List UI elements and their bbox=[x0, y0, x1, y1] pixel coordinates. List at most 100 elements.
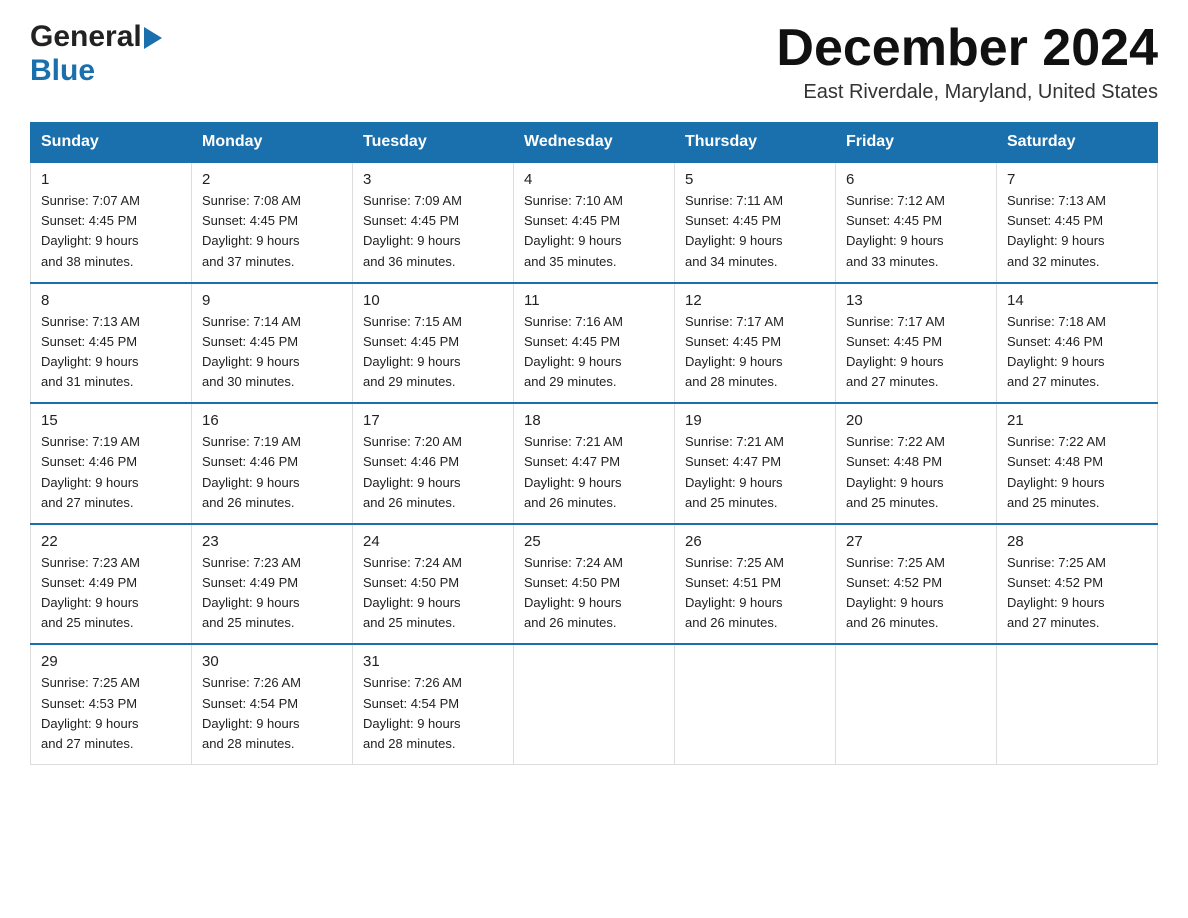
daylight-minutes: and 28 minutes. bbox=[363, 736, 456, 751]
calendar-week-row: 29 Sunrise: 7:25 AM Sunset: 4:53 PM Dayl… bbox=[31, 644, 1158, 764]
day-number: 13 bbox=[846, 292, 986, 309]
header-tuesday: Tuesday bbox=[353, 123, 514, 163]
daylight-minutes: and 27 minutes. bbox=[846, 374, 939, 389]
sunset-label: Sunset: 4:48 PM bbox=[846, 454, 942, 469]
sunrise-label: Sunrise: 7:12 AM bbox=[846, 193, 945, 208]
daylight-label: Daylight: 9 hours bbox=[685, 475, 783, 490]
daylight-label: Daylight: 9 hours bbox=[685, 233, 783, 248]
sunset-label: Sunset: 4:45 PM bbox=[41, 213, 137, 228]
day-info: Sunrise: 7:21 AM Sunset: 4:47 PM Dayligh… bbox=[524, 432, 664, 513]
daylight-label: Daylight: 9 hours bbox=[524, 233, 622, 248]
daylight-minutes: and 27 minutes. bbox=[1007, 374, 1100, 389]
table-row: 11 Sunrise: 7:16 AM Sunset: 4:45 PM Dayl… bbox=[514, 283, 675, 404]
daylight-label: Daylight: 9 hours bbox=[524, 595, 622, 610]
daylight-label: Daylight: 9 hours bbox=[846, 233, 944, 248]
daylight-label: Daylight: 9 hours bbox=[202, 475, 300, 490]
daylight-label: Daylight: 9 hours bbox=[363, 354, 461, 369]
table-row: 12 Sunrise: 7:17 AM Sunset: 4:45 PM Dayl… bbox=[675, 283, 836, 404]
day-info: Sunrise: 7:12 AM Sunset: 4:45 PM Dayligh… bbox=[846, 191, 986, 272]
daylight-minutes: and 34 minutes. bbox=[685, 254, 778, 269]
day-number: 25 bbox=[524, 533, 664, 550]
sunset-label: Sunset: 4:45 PM bbox=[363, 334, 459, 349]
day-info: Sunrise: 7:15 AM Sunset: 4:45 PM Dayligh… bbox=[363, 312, 503, 393]
daylight-minutes: and 26 minutes. bbox=[685, 615, 778, 630]
day-info: Sunrise: 7:13 AM Sunset: 4:45 PM Dayligh… bbox=[1007, 191, 1147, 272]
day-info: Sunrise: 7:25 AM Sunset: 4:52 PM Dayligh… bbox=[1007, 553, 1147, 634]
day-number: 9 bbox=[202, 292, 342, 309]
header-monday: Monday bbox=[192, 123, 353, 163]
daylight-label: Daylight: 9 hours bbox=[685, 354, 783, 369]
daylight-minutes: and 26 minutes. bbox=[524, 495, 617, 510]
sunrise-label: Sunrise: 7:16 AM bbox=[524, 314, 623, 329]
daylight-minutes: and 25 minutes. bbox=[846, 495, 939, 510]
daylight-minutes: and 27 minutes. bbox=[41, 736, 134, 751]
day-info: Sunrise: 7:10 AM Sunset: 4:45 PM Dayligh… bbox=[524, 191, 664, 272]
sunset-label: Sunset: 4:51 PM bbox=[685, 575, 781, 590]
sunrise-label: Sunrise: 7:09 AM bbox=[363, 193, 462, 208]
day-info: Sunrise: 7:17 AM Sunset: 4:45 PM Dayligh… bbox=[685, 312, 825, 393]
sunset-label: Sunset: 4:48 PM bbox=[1007, 454, 1103, 469]
daylight-label: Daylight: 9 hours bbox=[202, 595, 300, 610]
day-info: Sunrise: 7:19 AM Sunset: 4:46 PM Dayligh… bbox=[202, 432, 342, 513]
daylight-label: Daylight: 9 hours bbox=[1007, 475, 1105, 490]
day-number: 28 bbox=[1007, 533, 1147, 550]
sunset-label: Sunset: 4:47 PM bbox=[524, 454, 620, 469]
table-row: 6 Sunrise: 7:12 AM Sunset: 4:45 PM Dayli… bbox=[836, 162, 997, 283]
day-number: 5 bbox=[685, 171, 825, 188]
logo-blue-text: Blue bbox=[30, 54, 95, 87]
table-row: 20 Sunrise: 7:22 AM Sunset: 4:48 PM Dayl… bbox=[836, 403, 997, 524]
table-row bbox=[836, 644, 997, 764]
daylight-minutes: and 29 minutes. bbox=[524, 374, 617, 389]
day-info: Sunrise: 7:26 AM Sunset: 4:54 PM Dayligh… bbox=[363, 673, 503, 754]
day-info: Sunrise: 7:26 AM Sunset: 4:54 PM Dayligh… bbox=[202, 673, 342, 754]
table-row: 15 Sunrise: 7:19 AM Sunset: 4:46 PM Dayl… bbox=[31, 403, 192, 524]
sunrise-label: Sunrise: 7:10 AM bbox=[524, 193, 623, 208]
sunset-label: Sunset: 4:45 PM bbox=[202, 334, 298, 349]
sunset-label: Sunset: 4:50 PM bbox=[363, 575, 459, 590]
day-number: 30 bbox=[202, 653, 342, 670]
daylight-minutes: and 25 minutes. bbox=[41, 615, 134, 630]
table-row: 16 Sunrise: 7:19 AM Sunset: 4:46 PM Dayl… bbox=[192, 403, 353, 524]
daylight-minutes: and 36 minutes. bbox=[363, 254, 456, 269]
daylight-label: Daylight: 9 hours bbox=[202, 354, 300, 369]
daylight-label: Daylight: 9 hours bbox=[846, 595, 944, 610]
sunrise-label: Sunrise: 7:22 AM bbox=[1007, 434, 1106, 449]
table-row: 17 Sunrise: 7:20 AM Sunset: 4:46 PM Dayl… bbox=[353, 403, 514, 524]
daylight-minutes: and 28 minutes. bbox=[202, 736, 295, 751]
sunrise-label: Sunrise: 7:15 AM bbox=[363, 314, 462, 329]
table-row bbox=[997, 644, 1158, 764]
header-sunday: Sunday bbox=[31, 123, 192, 163]
daylight-label: Daylight: 9 hours bbox=[41, 354, 139, 369]
table-row: 19 Sunrise: 7:21 AM Sunset: 4:47 PM Dayl… bbox=[675, 403, 836, 524]
sunrise-label: Sunrise: 7:25 AM bbox=[846, 555, 945, 570]
day-info: Sunrise: 7:07 AM Sunset: 4:45 PM Dayligh… bbox=[41, 191, 181, 272]
daylight-minutes: and 37 minutes. bbox=[202, 254, 295, 269]
day-number: 12 bbox=[685, 292, 825, 309]
day-info: Sunrise: 7:16 AM Sunset: 4:45 PM Dayligh… bbox=[524, 312, 664, 393]
daylight-minutes: and 33 minutes. bbox=[846, 254, 939, 269]
daylight-minutes: and 35 minutes. bbox=[524, 254, 617, 269]
daylight-minutes: and 25 minutes. bbox=[202, 615, 295, 630]
daylight-label: Daylight: 9 hours bbox=[41, 716, 139, 731]
sunset-label: Sunset: 4:50 PM bbox=[524, 575, 620, 590]
day-info: Sunrise: 7:25 AM Sunset: 4:52 PM Dayligh… bbox=[846, 553, 986, 634]
daylight-minutes: and 28 minutes. bbox=[685, 374, 778, 389]
sunset-label: Sunset: 4:45 PM bbox=[41, 334, 137, 349]
day-number: 20 bbox=[846, 412, 986, 429]
day-number: 22 bbox=[41, 533, 181, 550]
sunrise-label: Sunrise: 7:20 AM bbox=[363, 434, 462, 449]
daylight-label: Daylight: 9 hours bbox=[846, 354, 944, 369]
page-header: General Blue December 2024 East Riverdal… bbox=[30, 20, 1158, 104]
daylight-minutes: and 26 minutes. bbox=[846, 615, 939, 630]
daylight-label: Daylight: 9 hours bbox=[685, 595, 783, 610]
daylight-label: Daylight: 9 hours bbox=[524, 475, 622, 490]
daylight-minutes: and 25 minutes. bbox=[685, 495, 778, 510]
day-info: Sunrise: 7:08 AM Sunset: 4:45 PM Dayligh… bbox=[202, 191, 342, 272]
day-number: 16 bbox=[202, 412, 342, 429]
table-row: 22 Sunrise: 7:23 AM Sunset: 4:49 PM Dayl… bbox=[31, 524, 192, 645]
table-row: 1 Sunrise: 7:07 AM Sunset: 4:45 PM Dayli… bbox=[31, 162, 192, 283]
day-number: 24 bbox=[363, 533, 503, 550]
daylight-minutes: and 30 minutes. bbox=[202, 374, 295, 389]
table-row: 13 Sunrise: 7:17 AM Sunset: 4:45 PM Dayl… bbox=[836, 283, 997, 404]
daylight-minutes: and 27 minutes. bbox=[1007, 615, 1100, 630]
